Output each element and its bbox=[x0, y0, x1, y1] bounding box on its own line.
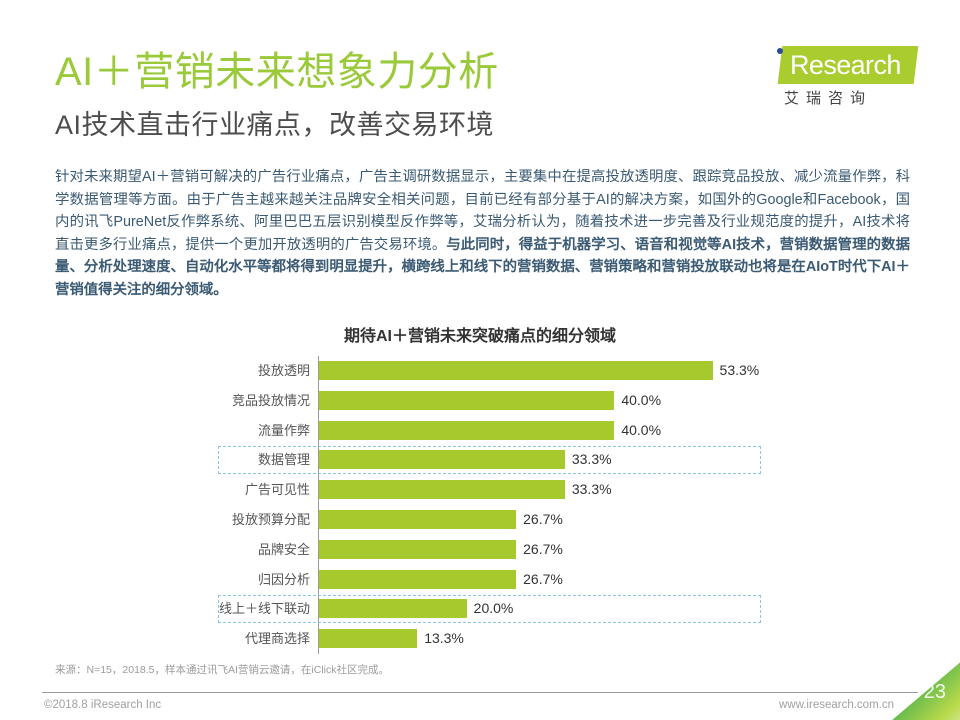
chart-value-label: 33.3% bbox=[571, 451, 612, 468]
chart-bar-row: 投放透明 53.3% bbox=[218, 356, 763, 386]
chart-bar-row: 流量作弊 40.0% bbox=[218, 416, 763, 446]
chart-value-label: 53.3% bbox=[719, 362, 760, 378]
chart-value-label: 26.7% bbox=[523, 540, 563, 557]
chart-category-label: 投放预算分配 bbox=[231, 512, 310, 527]
chart-category-label: 数据管理 bbox=[257, 452, 310, 468]
chart-category-label: 广告可见性 bbox=[244, 482, 310, 498]
chart-bar bbox=[319, 599, 467, 619]
chart-bar bbox=[319, 629, 418, 649]
chart-bar-row: 竞品投放情况 40.0% bbox=[218, 386, 763, 416]
chart-bar-row: 代理商选择 13.3% bbox=[218, 624, 763, 654]
chart-bar bbox=[319, 480, 565, 500]
chart-bar bbox=[319, 539, 517, 559]
chart-bar bbox=[319, 450, 565, 470]
chart-bar-row: 品牌安全 26.7% bbox=[218, 535, 763, 565]
source-note: 来源：N=15，2018.5，样本通过讯飞AI营销云邀请，在iClick社区完成… bbox=[55, 664, 390, 676]
chart-bar-row: 数据管理 33.3% bbox=[218, 445, 763, 475]
chart-category-label: 归因分析 bbox=[257, 571, 310, 587]
page-number: 23 bbox=[923, 681, 946, 703]
logo-wordmark: Research bbox=[790, 50, 901, 80]
chart-value-label: 26.7% bbox=[523, 570, 563, 587]
chart-bar-row: 投放预算分配 26.7% bbox=[218, 505, 763, 535]
chart-category-label: 投放透明 bbox=[257, 363, 310, 378]
chart-value-label: 26.7% bbox=[523, 511, 563, 527]
logo-dot-icon bbox=[777, 48, 783, 54]
chart-category-label: 线上＋线下联动 bbox=[218, 601, 310, 617]
chart-category-label: 代理商选择 bbox=[244, 631, 310, 647]
bar-chart: 投放透明 53.3% 竞品投放情况 40.0% 流量作弊 40.0% 数据管理 33.3% 广告… bbox=[218, 356, 763, 654]
chart-bar bbox=[319, 569, 517, 589]
chart-title: 期待AI＋营销未来突破痛点的细分领域 bbox=[343, 328, 616, 345]
chart-bar bbox=[319, 390, 615, 410]
body-paragraph: 针对未来期望AI＋营销可解决的广告行业痛点，广告主调研数据显示，主要集中在提高投… bbox=[55, 166, 910, 301]
page-subtitle: AI技术直击行业痛点，改善交易环境 bbox=[55, 110, 495, 140]
chart-category-label: 流量作弊 bbox=[257, 422, 310, 438]
chart-value-label: 40.0% bbox=[621, 421, 662, 438]
slide: AI＋营销未来想象力分析 AI技术直击行业痛点，改善交易环境 i Researc… bbox=[0, 0, 960, 720]
chart-bar-row: 归因分析 26.7% bbox=[218, 565, 763, 595]
chart-category-label: 品牌安全 bbox=[257, 541, 310, 557]
chart-value-label: 20.0% bbox=[473, 600, 514, 617]
footer-website[interactable]: www.iresearch.com.cn bbox=[779, 699, 894, 711]
chart-value-label: 40.0% bbox=[621, 391, 662, 408]
logo-chinese-name: 艾瑞咨询 bbox=[784, 90, 873, 107]
chart-bar bbox=[319, 361, 713, 380]
chart-value-label: 13.3% bbox=[424, 630, 464, 647]
chart-value-label: 33.3% bbox=[571, 481, 612, 498]
page-title: AI＋营销未来想象力分析 bbox=[55, 50, 499, 94]
footer-copyright: ©2018.8 iResearch Inc bbox=[44, 699, 162, 711]
footer-divider bbox=[42, 692, 918, 693]
chart-category-label: 竞品投放情况 bbox=[231, 392, 310, 408]
chart-bar-row: 广告可见性 33.3% bbox=[218, 475, 763, 505]
chart-bar-row: 线上＋线下联动 20.0% bbox=[218, 594, 763, 624]
chart-bar bbox=[319, 510, 517, 529]
iresearch-logo: i Research 艾瑞咨询 bbox=[768, 42, 919, 116]
chart-bar bbox=[319, 420, 615, 440]
